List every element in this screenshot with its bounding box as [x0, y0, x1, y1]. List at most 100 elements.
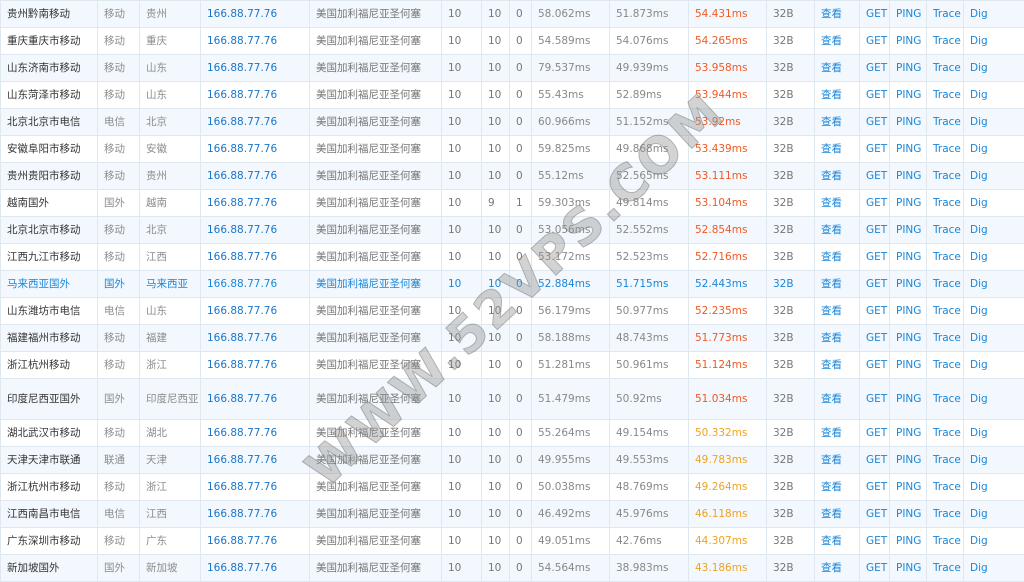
- get-link[interactable]: GET: [866, 454, 887, 466]
- ping-link[interactable]: PING: [896, 8, 921, 20]
- trace-link[interactable]: Trace: [933, 170, 961, 182]
- trace-link[interactable]: Trace: [933, 359, 961, 371]
- dig-link[interactable]: Dig: [970, 251, 988, 263]
- trace-link[interactable]: Trace: [933, 197, 961, 209]
- ping-link[interactable]: PING: [896, 359, 921, 371]
- trace-link[interactable]: Trace: [933, 393, 961, 405]
- view-link[interactable]: 查看: [821, 535, 842, 547]
- trace-link[interactable]: Trace: [933, 224, 961, 236]
- trace-link[interactable]: Trace: [933, 143, 961, 155]
- view-link[interactable]: 查看: [821, 332, 842, 344]
- dig-link[interactable]: Dig: [970, 143, 988, 155]
- ping-link[interactable]: PING: [896, 143, 921, 155]
- trace-link[interactable]: Trace: [933, 278, 961, 290]
- dig-link[interactable]: Dig: [970, 535, 988, 547]
- trace-link[interactable]: Trace: [933, 481, 961, 493]
- get-link[interactable]: GET: [866, 481, 887, 493]
- get-link[interactable]: GET: [866, 143, 887, 155]
- view-link[interactable]: 查看: [821, 427, 842, 439]
- trace-link[interactable]: Trace: [933, 305, 961, 317]
- dig-link[interactable]: Dig: [970, 197, 988, 209]
- trace-link[interactable]: Trace: [933, 116, 961, 128]
- dig-link[interactable]: Dig: [970, 393, 988, 405]
- view-link[interactable]: 查看: [821, 454, 842, 466]
- trace-link[interactable]: Trace: [933, 8, 961, 20]
- dig-link[interactable]: Dig: [970, 89, 988, 101]
- get-link[interactable]: GET: [866, 278, 887, 290]
- trace-link[interactable]: Trace: [933, 35, 961, 47]
- dig-link[interactable]: Dig: [970, 224, 988, 236]
- view-link[interactable]: 查看: [821, 35, 842, 47]
- dig-link[interactable]: Dig: [970, 508, 988, 520]
- get-link[interactable]: GET: [866, 251, 887, 263]
- view-link[interactable]: 查看: [821, 224, 842, 236]
- ping-link[interactable]: PING: [896, 508, 921, 520]
- view-link[interactable]: 查看: [821, 89, 842, 101]
- view-link[interactable]: 查看: [821, 481, 842, 493]
- view-link[interactable]: 查看: [821, 143, 842, 155]
- view-link[interactable]: 查看: [821, 197, 842, 209]
- ping-link[interactable]: PING: [896, 535, 921, 547]
- view-link[interactable]: 查看: [821, 251, 842, 263]
- dig-link[interactable]: Dig: [970, 454, 988, 466]
- ping-link[interactable]: PING: [896, 278, 921, 290]
- ping-link[interactable]: PING: [896, 427, 921, 439]
- get-link[interactable]: GET: [866, 535, 887, 547]
- trace-link[interactable]: Trace: [933, 454, 961, 466]
- view-link[interactable]: 查看: [821, 278, 842, 290]
- trace-link[interactable]: Trace: [933, 427, 961, 439]
- ping-link[interactable]: PING: [896, 116, 921, 128]
- dig-link[interactable]: Dig: [970, 427, 988, 439]
- ping-link[interactable]: PING: [896, 481, 921, 493]
- dig-link[interactable]: Dig: [970, 305, 988, 317]
- view-link[interactable]: 查看: [821, 62, 842, 74]
- get-link[interactable]: GET: [866, 35, 887, 47]
- get-link[interactable]: GET: [866, 197, 887, 209]
- dig-link[interactable]: Dig: [970, 359, 988, 371]
- ping-link[interactable]: PING: [896, 224, 921, 236]
- ping-link[interactable]: PING: [896, 305, 921, 317]
- ping-link[interactable]: PING: [896, 393, 921, 405]
- trace-link[interactable]: Trace: [933, 89, 961, 101]
- get-link[interactable]: GET: [866, 224, 887, 236]
- ping-link[interactable]: PING: [896, 251, 921, 263]
- get-link[interactable]: GET: [866, 305, 887, 317]
- get-link[interactable]: GET: [866, 359, 887, 371]
- trace-link[interactable]: Trace: [933, 508, 961, 520]
- ping-link[interactable]: PING: [896, 89, 921, 101]
- dig-link[interactable]: Dig: [970, 35, 988, 47]
- ping-link[interactable]: PING: [896, 332, 921, 344]
- trace-link[interactable]: Trace: [933, 62, 961, 74]
- get-link[interactable]: GET: [866, 332, 887, 344]
- get-link[interactable]: GET: [866, 116, 887, 128]
- view-link[interactable]: 查看: [821, 8, 842, 20]
- get-link[interactable]: GET: [866, 393, 887, 405]
- ping-link[interactable]: PING: [896, 454, 921, 466]
- dig-link[interactable]: Dig: [970, 332, 988, 344]
- view-link[interactable]: 查看: [821, 508, 842, 520]
- view-link[interactable]: 查看: [821, 170, 842, 182]
- dig-link[interactable]: Dig: [970, 481, 988, 493]
- get-link[interactable]: GET: [866, 508, 887, 520]
- dig-link[interactable]: Dig: [970, 170, 988, 182]
- get-link[interactable]: GET: [866, 89, 887, 101]
- get-link[interactable]: GET: [866, 427, 887, 439]
- get-link[interactable]: GET: [866, 170, 887, 182]
- trace-link[interactable]: Trace: [933, 332, 961, 344]
- dig-link[interactable]: Dig: [970, 62, 988, 74]
- get-link[interactable]: GET: [866, 62, 887, 74]
- view-link[interactable]: 查看: [821, 116, 842, 128]
- trace-link[interactable]: Trace: [933, 535, 961, 547]
- get-link[interactable]: GET: [866, 8, 887, 20]
- ping-link[interactable]: PING: [896, 62, 921, 74]
- ping-link[interactable]: PING: [896, 197, 921, 209]
- dig-link[interactable]: Dig: [970, 8, 988, 20]
- dig-link[interactable]: Dig: [970, 116, 988, 128]
- ping-link[interactable]: PING: [896, 35, 921, 47]
- view-link[interactable]: 查看: [821, 359, 842, 371]
- dig-link[interactable]: Dig: [970, 278, 988, 290]
- trace-link[interactable]: Trace: [933, 251, 961, 263]
- ping-link[interactable]: PING: [896, 170, 921, 182]
- view-link[interactable]: 查看: [821, 305, 842, 317]
- view-link[interactable]: 查看: [821, 393, 842, 405]
